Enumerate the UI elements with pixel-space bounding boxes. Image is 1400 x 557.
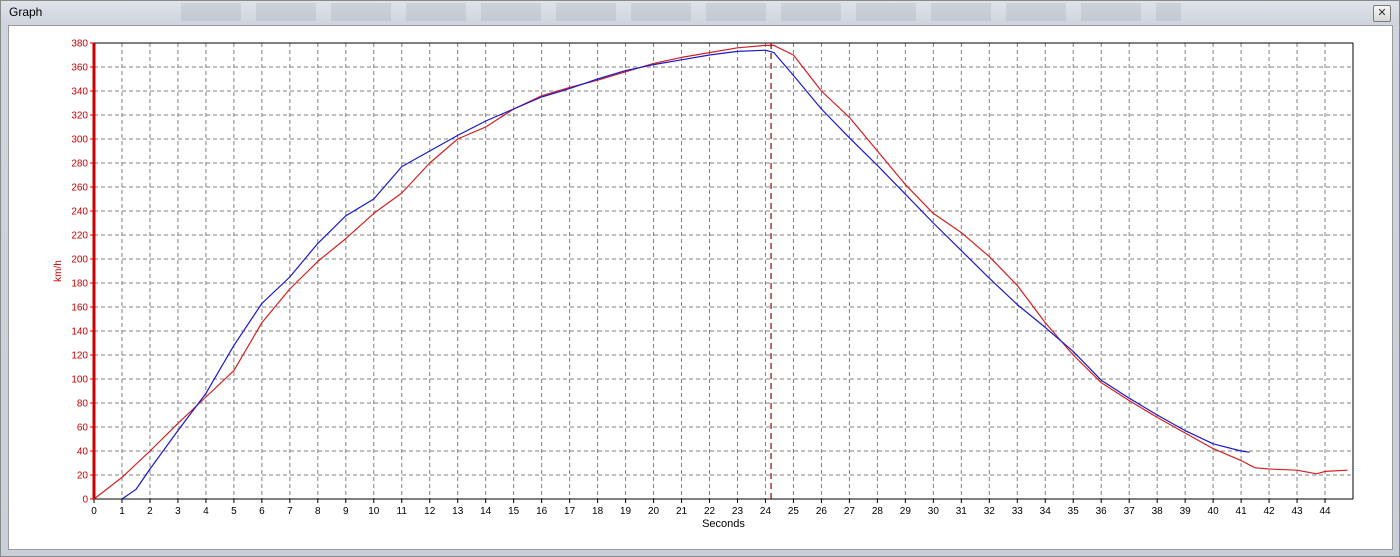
- x-tick-label: 44: [1319, 506, 1331, 517]
- x-tick-label: 19: [620, 506, 632, 517]
- x-tick-label: 35: [1068, 506, 1080, 517]
- x-tick-label: 41: [1236, 506, 1248, 517]
- close-icon: ✕: [1377, 7, 1387, 19]
- x-tick-label: 20: [648, 506, 660, 517]
- x-tick-label: 24: [760, 506, 772, 517]
- y-tick-label: 300: [71, 135, 88, 146]
- x-tick-label: 5: [231, 506, 237, 517]
- y-tick-label: 80: [77, 399, 89, 410]
- x-tick-labels: 0 1 2 3 4 5 6 7 8 9 10 11 12 13 14 15 16 17 18 19 20 21 22 23 24…: [91, 499, 1331, 517]
- x-tick-label: 40: [1208, 506, 1220, 517]
- series-line-red: [93, 44, 1348, 500]
- y-tick-label: 220: [71, 231, 88, 242]
- x-tick-label: 23: [732, 506, 744, 517]
- y-tick-label: 200: [71, 255, 88, 266]
- x-tick-label: 11: [397, 506, 408, 517]
- x-tick-label: 15: [508, 506, 520, 517]
- x-tick-label: 25: [788, 506, 800, 517]
- x-tick-label: 38: [1152, 506, 1164, 517]
- y-tick-label: 180: [71, 279, 88, 290]
- x-tick-label: 18: [592, 506, 604, 517]
- chart-area: 0 20 40 60 80 100 120 140 160 180 200 220 240 260 280 3…: [8, 25, 1393, 550]
- x-tick-label: 27: [844, 506, 856, 517]
- y-tick-label: 160: [71, 303, 88, 314]
- x-tick-label: 39: [1180, 506, 1192, 517]
- x-tick-label: 2: [147, 506, 153, 517]
- graph-window: Graph ✕ 0 20 40 60 80 100 120 140 160 180 200 220 24…: [0, 0, 1400, 557]
- x-tick-label: 37: [1124, 506, 1136, 517]
- y-tick-label: 120: [71, 351, 88, 362]
- x-tick-label: 31: [956, 506, 968, 517]
- y-axis-label: km/h: [53, 260, 64, 282]
- x-tick-label: 21: [676, 506, 688, 517]
- y-tick-label: 140: [71, 327, 88, 338]
- x-tick-label: 10: [368, 506, 380, 517]
- x-tick-label: 34: [1040, 506, 1052, 517]
- x-tick-label: 26: [816, 506, 828, 517]
- y-tick-label: 280: [71, 159, 88, 170]
- y-tick-label: 320: [71, 111, 88, 122]
- title-bar[interactable]: Graph ✕: [1, 1, 1399, 25]
- x-tick-label: 42: [1264, 506, 1276, 517]
- x-tick-label: 7: [287, 506, 293, 517]
- x-tick-label: 4: [203, 506, 209, 517]
- y-tick-label: 240: [71, 207, 88, 218]
- background-window-ghost: [181, 3, 1181, 21]
- y-tick-label: 40: [77, 447, 89, 458]
- y-tick-label: 0: [82, 495, 88, 506]
- y-tick-label: 60: [77, 423, 89, 434]
- x-tick-label: 14: [480, 506, 492, 517]
- x-tick-label: 8: [315, 506, 321, 517]
- x-tick-label: 0: [91, 506, 97, 517]
- x-tick-label: 32: [984, 506, 996, 517]
- close-button[interactable]: ✕: [1373, 5, 1391, 22]
- x-tick-label: 1: [119, 506, 125, 517]
- y-tick-label: 380: [71, 39, 88, 50]
- x-tick-label: 33: [1012, 506, 1024, 517]
- x-tick-label: 43: [1291, 506, 1303, 517]
- x-axis-label: Seconds: [702, 518, 745, 530]
- x-tick-label: 3: [175, 506, 181, 517]
- y-tick-label: 360: [71, 63, 88, 74]
- grid-lines: [94, 42, 1353, 499]
- series-group: [93, 44, 1348, 500]
- x-tick-label: 29: [900, 506, 912, 517]
- y-tick-label: 340: [71, 87, 88, 98]
- x-tick-label: 17: [564, 506, 576, 517]
- series-line-blue: [121, 49, 1250, 500]
- x-tick-label: 6: [259, 506, 265, 517]
- x-tick-label: 36: [1096, 506, 1108, 517]
- x-tick-label: 28: [872, 506, 884, 517]
- speed-chart: 0204060801001201401601802002202402602803…: [53, 39, 1354, 530]
- x-tick-label: 9: [343, 506, 349, 517]
- x-tick-label: 30: [928, 506, 940, 517]
- y-tick-label: 100: [71, 375, 88, 386]
- x-tick-label: 22: [704, 506, 716, 517]
- x-tick-label: 12: [424, 506, 436, 517]
- y-tick-labels: 0 20 40 60 80 100 120 140 160 180 200 220 240 260 280 3…: [71, 39, 94, 506]
- x-tick-label: 16: [536, 506, 548, 517]
- x-tick-label: 13: [452, 506, 464, 517]
- window-title: Graph: [9, 5, 43, 19]
- y-tick-label: 20: [77, 471, 89, 482]
- y-tick-label: 260: [71, 183, 88, 194]
